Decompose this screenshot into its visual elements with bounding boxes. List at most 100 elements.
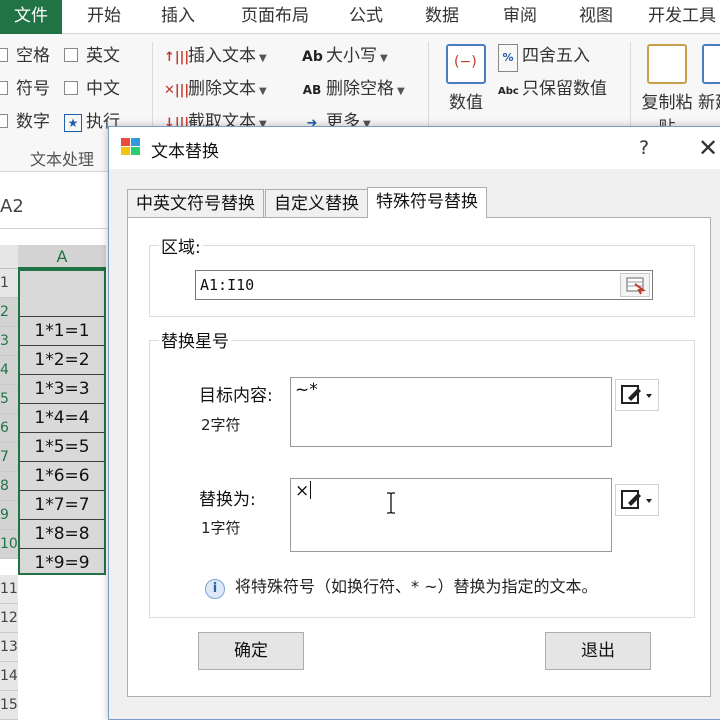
checkbox-label: 空格 (16, 46, 50, 66)
checkbox-number[interactable]: 数字 (0, 109, 50, 135)
new-button[interactable]: 新建 (698, 44, 720, 113)
range-select-icon (626, 277, 646, 295)
case-label: 大小写 (326, 46, 377, 66)
tab-custom-replace[interactable]: 自定义替换 (265, 189, 368, 217)
tab-formulas[interactable]: 公式 (340, 0, 392, 34)
table-cell[interactable]: 1*3=3 (18, 375, 106, 404)
ribbon-tab-bar: 文件 开始 插入 页面布局 公式 数据 审阅 视图 开发工具 (0, 0, 720, 34)
row-header[interactable]: 4 (0, 356, 18, 385)
round-icon: % (498, 44, 518, 72)
checkbox-space[interactable]: 空格 (0, 43, 50, 69)
target-edit-button[interactable] (615, 379, 659, 411)
row-header[interactable]: 7 (0, 443, 18, 472)
select-all-corner[interactable] (0, 245, 18, 269)
case-button[interactable]: Ab 大小写 ▼ (302, 43, 388, 69)
exit-button[interactable]: 退出 (545, 632, 651, 670)
checkbox-box[interactable] (64, 81, 78, 95)
tab-special-symbol-replace[interactable]: 特殊符号替换 (367, 187, 487, 218)
tab-cn-en-symbol-replace[interactable]: 中英文符号替换 (127, 189, 264, 217)
checkbox-chinese[interactable]: 中文 (64, 76, 120, 102)
tab-review[interactable]: 审阅 (494, 0, 546, 34)
delete-spaces-button[interactable]: AB 删除空格 ▼ (302, 76, 405, 102)
close-button[interactable]: ✕ (691, 133, 720, 163)
row-header[interactable]: 3 (0, 327, 18, 356)
row-header[interactable]: 12 (0, 604, 18, 633)
table-cell[interactable]: 1*1=1 (18, 317, 106, 346)
delete-spaces-label: 删除空格 (326, 79, 394, 99)
checkbox-symbol[interactable]: 符号 (0, 76, 50, 102)
ok-button[interactable]: 确定 (198, 632, 304, 670)
keep-values-icon: Abc (498, 86, 519, 97)
text-caret (310, 481, 312, 499)
range-group-label: 区域: (159, 233, 203, 258)
edit-icon (621, 490, 652, 509)
name-box[interactable]: A2 (0, 196, 24, 217)
tab-view[interactable]: 视图 (570, 0, 622, 34)
delete-text-icon: ✕||| (164, 83, 190, 98)
checkbox-english[interactable]: 英文 (64, 43, 120, 69)
dialog-title: 文本替换 (151, 142, 219, 162)
column-header-a[interactable]: A (18, 245, 106, 269)
checkbox-label: 英文 (86, 46, 120, 66)
row-header[interactable]: 8 (0, 472, 18, 501)
row-header[interactable]: 6 (0, 414, 18, 443)
replace-with-input[interactable]: × (290, 478, 612, 552)
keep-values-button[interactable]: Abc 只保留数值 (498, 76, 607, 102)
row-header[interactable]: 14 (0, 662, 18, 691)
table-cell[interactable]: 1*6=6 (18, 462, 106, 491)
row-header[interactable]: 1 (0, 269, 18, 298)
tab-file[interactable]: 文件 (0, 0, 62, 34)
range-select-button[interactable] (620, 273, 650, 297)
row-header[interactable]: 5 (0, 385, 18, 414)
row-header[interactable]: 2 (0, 298, 18, 327)
value-label: 数值 (449, 93, 483, 113)
tab-page-layout[interactable]: 页面布局 (232, 0, 318, 34)
row-header[interactable]: 11 (0, 575, 18, 604)
table-cell[interactable]: 1*5=5 (18, 433, 106, 462)
checkbox-box[interactable] (0, 114, 8, 128)
dialog-titlebar[interactable]: 文本替换 ? ✕ (109, 127, 720, 169)
info-icon: i (205, 579, 225, 599)
table-cell[interactable]: 1*9=9 (18, 549, 106, 575)
group-label-text-processing: 文本处理 (30, 150, 95, 169)
checkbox-box[interactable] (0, 81, 8, 95)
checkbox-box[interactable] (0, 48, 8, 62)
round-button[interactable]: % 四舍五入 (498, 43, 590, 72)
row-header[interactable]: 9 (0, 501, 18, 530)
target-content-input[interactable]: ~* (290, 377, 612, 447)
delete-text-button[interactable]: ✕|||删除文本 ▼ (164, 76, 267, 102)
insert-text-button[interactable]: ↑|||插入文本 ▼ (164, 43, 267, 69)
insert-text-icon: ↑||| (164, 50, 190, 65)
range-input[interactable]: A1:I10 (195, 270, 653, 300)
insert-text-label: 插入文本 (188, 46, 256, 66)
table-cell[interactable]: 1*8=8 (18, 520, 106, 549)
tab-home[interactable]: 开始 (78, 0, 130, 34)
row-header[interactable]: 15 (0, 691, 18, 720)
table-cell[interactable]: 1*4=4 (18, 404, 106, 433)
keep-values-label: 只保留数值 (522, 79, 607, 99)
star-icon: ★ (64, 114, 82, 132)
tab-insert[interactable]: 插入 (152, 0, 204, 34)
edit-icon (621, 385, 652, 404)
table-cell[interactable]: 1*2=2 (18, 346, 106, 375)
delete-text-label: 删除文本 (188, 79, 256, 99)
value-button[interactable]: (−) 数值 (440, 44, 492, 113)
round-label: 四舍五入 (522, 46, 590, 66)
replace-edit-button[interactable] (615, 484, 659, 516)
checkbox-box[interactable] (64, 48, 78, 62)
replace-group-label: 替换星号 (159, 327, 231, 352)
tab-developer[interactable]: 开发工具 (648, 0, 720, 34)
replace-with-label: 替换为: (199, 490, 256, 510)
info-message: i 将特殊符号（如换行符、* ~）替换为指定的文本。 (205, 573, 598, 599)
target-content-label: 目标内容: (199, 386, 273, 406)
info-text: 将特殊符号（如换行符、* ~）替换为指定的文本。 (235, 577, 598, 596)
new-label: 新建 (698, 93, 720, 113)
copy-paste-button[interactable]: 复制粘贴 (638, 44, 696, 138)
tab-data[interactable]: 数据 (416, 0, 468, 34)
table-cell[interactable]: 1*7=7 (18, 491, 106, 520)
help-button[interactable]: ? (629, 133, 659, 163)
row-header[interactable]: 10 (0, 530, 18, 559)
row-header[interactable]: 13 (0, 633, 18, 662)
cell-a1[interactable] (18, 269, 106, 317)
text-cursor-icon (387, 492, 395, 514)
